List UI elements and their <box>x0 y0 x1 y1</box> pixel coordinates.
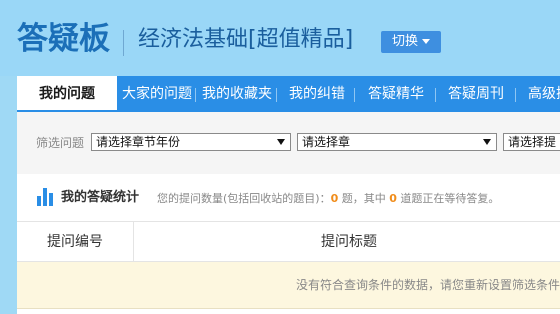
header: 答疑板 经济法基础[超值精品] 切换 <box>0 0 560 76</box>
course-title: 经济法基础[超值精品] <box>138 27 354 52</box>
column-header-title: 提问标题 <box>321 234 377 250</box>
stats-title: 我的答疑统计 <box>61 190 140 205</box>
main-content: 筛选问题 请选择章节年份 请选择章 请选择提 我的答疑统计 您的提问数量(包括回… <box>17 112 560 314</box>
tab-everyone-questions[interactable]: 大家的问题 <box>122 76 192 112</box>
main-nav: 我的问题 大家的问题 我的收藏夹 我的纠错 答疑精华 答疑周刊 高级搜 <box>17 76 560 112</box>
tab-advanced-search[interactable]: 高级搜 <box>528 76 560 112</box>
dropdown-arrow-icon <box>277 139 285 145</box>
stats-suffix: 道题正在等待答复。 <box>396 192 500 205</box>
chapter-select-value: 请选择章 <box>302 135 351 149</box>
nav-separator <box>354 88 355 102</box>
switch-course-button[interactable]: 切换 <box>381 31 441 53</box>
stats-panel: 我的答疑统计 您的提问数量(包括回收站的题目)：0 题，其中 0 道题正在等待答… <box>17 174 560 314</box>
third-select[interactable]: 请选择提 <box>503 133 560 151</box>
nav-separator <box>195 88 196 102</box>
header-divider <box>123 30 124 56</box>
nav-separator <box>276 88 277 102</box>
waiting-count: 0 <box>389 192 397 205</box>
caret-down-icon <box>422 39 430 44</box>
stats-middle: 题，其中 <box>338 192 390 205</box>
filter-row: 筛选问题 请选择章节年份 请选择章 请选择提 <box>17 112 560 174</box>
stats-summary: 我的答疑统计 您的提问数量(包括回收站的题目)：0 题，其中 0 道题正在等待答… <box>17 174 560 222</box>
column-header-id: 提问编号 <box>47 234 103 250</box>
tab-my-corrections[interactable]: 我的纠错 <box>289 76 345 112</box>
bar-chart-icon <box>37 188 53 206</box>
empty-result-row: 没有符合查询条件的数据，请您重新设置筛选条件 <box>17 262 560 308</box>
tab-qa-essence[interactable]: 答疑精华 <box>368 76 424 112</box>
year-select[interactable]: 请选择章节年份 <box>91 133 291 151</box>
dropdown-arrow-icon <box>483 139 491 145</box>
switch-label: 切换 <box>391 34 418 49</box>
filter-label: 筛选问题 <box>36 136 85 150</box>
site-logo[interactable]: 答疑板 <box>17 19 110 59</box>
third-select-value: 请选择提 <box>508 135 557 149</box>
chapter-select[interactable]: 请选择章 <box>297 133 497 151</box>
nav-separator <box>435 88 436 102</box>
answer-board-page: 答疑板 经济法基础[超值精品] 切换 我的问题 大家的问题 我的收藏夹 我的纠错… <box>0 0 560 314</box>
tab-qa-weekly[interactable]: 答疑周刊 <box>448 76 504 112</box>
tab-my-questions[interactable]: 我的问题 <box>17 76 117 112</box>
tab-my-favorites[interactable]: 我的收藏夹 <box>202 76 272 112</box>
empty-message: 没有符合查询条件的数据，请您重新设置筛选条件 <box>296 278 560 292</box>
table-header: 提问编号 提问标题 <box>17 222 560 262</box>
nav-separator <box>515 88 516 102</box>
stats-description: 您的提问数量(包括回收站的题目)：0 题，其中 0 道题正在等待答复。 <box>157 190 499 208</box>
year-select-value: 请选择章节年份 <box>96 135 181 149</box>
stats-prefix: 您的提问数量(包括回收站的题目)： <box>157 192 331 205</box>
table-footer <box>17 308 560 314</box>
